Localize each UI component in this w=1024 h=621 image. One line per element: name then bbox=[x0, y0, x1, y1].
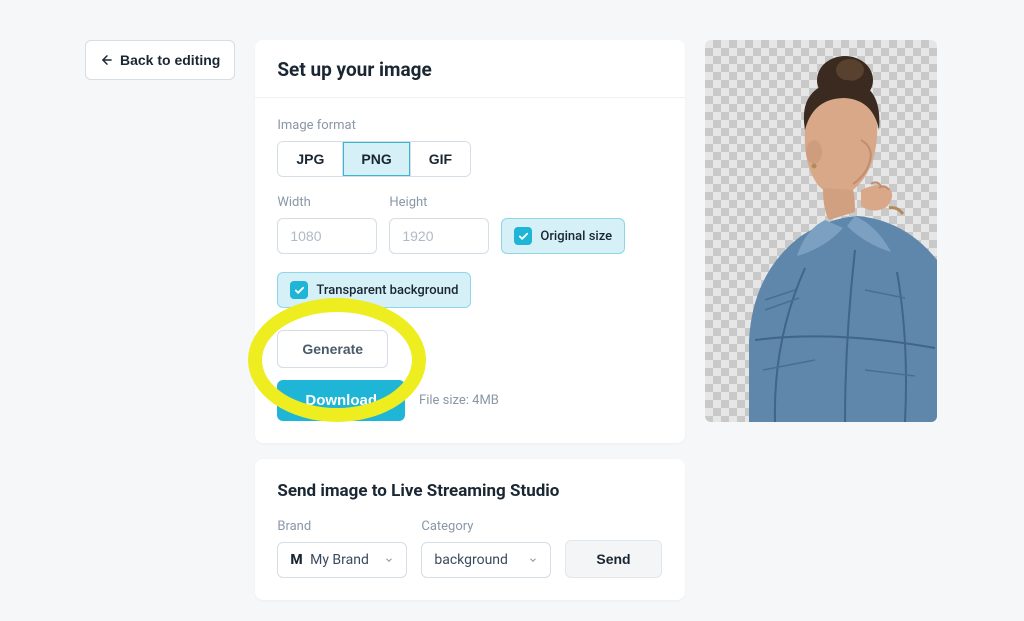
setup-card: Set up your image Image format JPG PNG G… bbox=[255, 40, 685, 443]
preview-person-illustration bbox=[705, 40, 937, 422]
category-select[interactable]: background bbox=[421, 542, 551, 578]
back-to-editing-button[interactable]: Back to editing bbox=[85, 40, 235, 80]
send-title: Send image to Live Streaming Studio bbox=[277, 481, 663, 501]
back-label: Back to editing bbox=[120, 52, 220, 68]
original-size-toggle[interactable]: Original size bbox=[501, 218, 625, 254]
transparent-bg-label: Transparent background bbox=[316, 283, 458, 298]
download-button[interactable]: Download bbox=[277, 380, 405, 421]
width-input[interactable] bbox=[277, 218, 377, 254]
height-input[interactable] bbox=[389, 218, 489, 254]
generate-button[interactable]: Generate bbox=[277, 330, 388, 368]
brand-mono: M bbox=[290, 552, 302, 568]
transparent-bg-toggle[interactable]: Transparent background bbox=[277, 272, 471, 308]
arrow-left-icon bbox=[100, 53, 114, 67]
chevron-down-icon bbox=[384, 555, 394, 565]
format-png-button[interactable]: PNG bbox=[343, 142, 410, 176]
file-size-label: File size: 4MB bbox=[419, 393, 499, 408]
setup-title: Set up your image bbox=[255, 40, 685, 98]
width-label: Width bbox=[277, 195, 377, 210]
brand-select[interactable]: M My Brand bbox=[277, 542, 407, 578]
brand-value: My Brand bbox=[310, 552, 369, 568]
category-value: background bbox=[434, 552, 508, 568]
format-segmented: JPG PNG GIF bbox=[277, 141, 471, 177]
brand-label: Brand bbox=[277, 519, 407, 534]
image-preview bbox=[705, 40, 937, 422]
format-jpg-button[interactable]: JPG bbox=[278, 142, 343, 176]
original-size-label: Original size bbox=[540, 229, 612, 244]
check-icon bbox=[514, 227, 532, 245]
format-gif-button[interactable]: GIF bbox=[411, 142, 470, 176]
chevron-down-icon bbox=[528, 555, 538, 565]
check-icon bbox=[290, 281, 308, 299]
send-button[interactable]: Send bbox=[565, 540, 661, 578]
format-label: Image format bbox=[277, 118, 663, 133]
category-label: Category bbox=[421, 519, 551, 534]
send-card: Send image to Live Streaming Studio Bran… bbox=[255, 459, 685, 600]
height-label: Height bbox=[389, 195, 489, 210]
